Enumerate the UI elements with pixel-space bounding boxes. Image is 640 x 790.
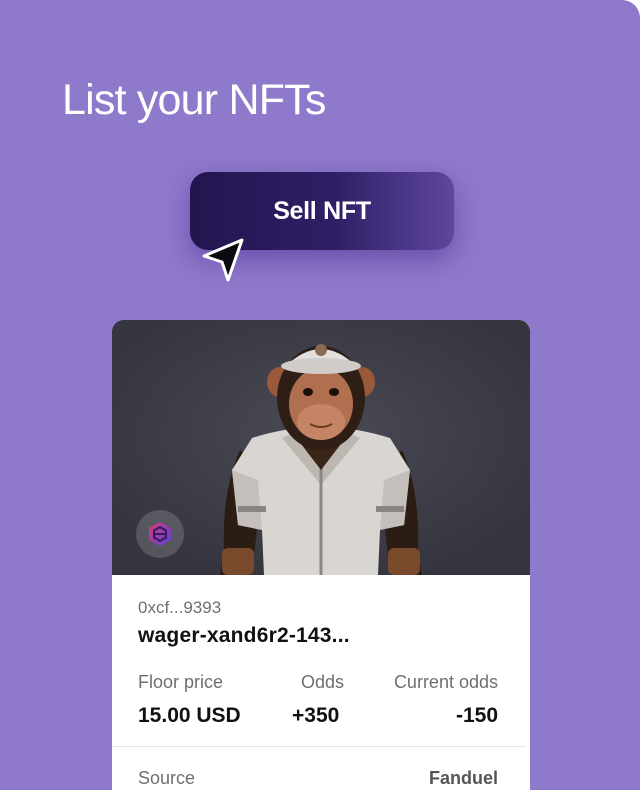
cursor-arrow-icon (202, 238, 244, 282)
list-nfts-panel: List your NFTs Sell NFT 0xcf...9393 wage… (0, 0, 640, 790)
chain-logo-icon (149, 522, 171, 546)
page-title: List your NFTs (62, 76, 326, 124)
nft-image[interactable] (112, 320, 530, 575)
floor-price-label: Floor price (138, 672, 224, 692)
current-odds-value: -150 (455, 704, 498, 727)
card-divider (112, 746, 526, 747)
floor-price-value: 15.00 USD (138, 704, 241, 727)
odds-value: +350 (292, 704, 340, 727)
odds-label: Odds (301, 672, 345, 692)
current-odds-label: Current odds (393, 672, 498, 692)
nft-name[interactable]: wager-xand6r2-143... (138, 624, 350, 648)
source-value: Fanduel (428, 768, 498, 788)
owner-address: 0xcf...9393 (138, 598, 222, 617)
nft-card[interactable]: 0xcf...9393 wager-xand6r2-143... Floor p… (112, 320, 530, 790)
source-label: Source (138, 768, 196, 788)
chain-badge (136, 510, 184, 558)
